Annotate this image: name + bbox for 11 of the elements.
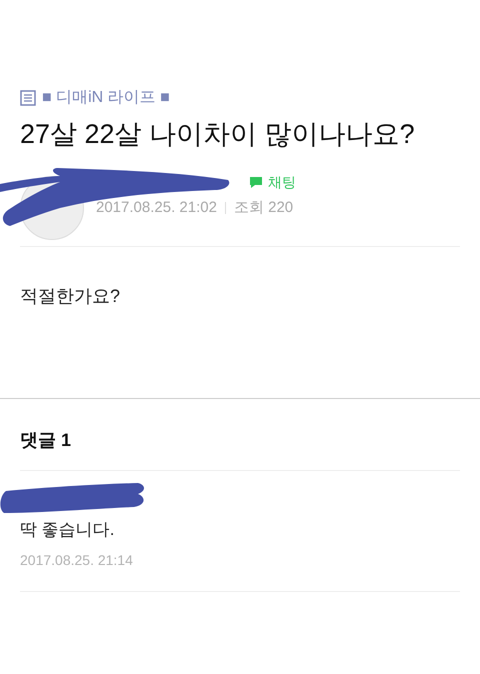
post-title: 27살 22살 나이차이 많이나나요?: [20, 118, 416, 151]
post-body: 적절한가요?: [20, 284, 122, 308]
post-date: 2017.08.25. 21:02: [96, 198, 217, 218]
list-icon: [20, 90, 36, 106]
chat-link[interactable]: 채팅: [268, 172, 296, 193]
view-count: 조회 220: [234, 198, 294, 218]
chat-bubble-icon: [248, 175, 264, 190]
comment-date: 2017.08.25. 21:14: [20, 551, 134, 570]
category-link[interactable]: ■ 디매iN 라이프 ■: [42, 86, 170, 110]
comment-text: 딱 좋습니다.: [20, 518, 116, 541]
comments-heading: 댓글 1: [20, 428, 72, 452]
